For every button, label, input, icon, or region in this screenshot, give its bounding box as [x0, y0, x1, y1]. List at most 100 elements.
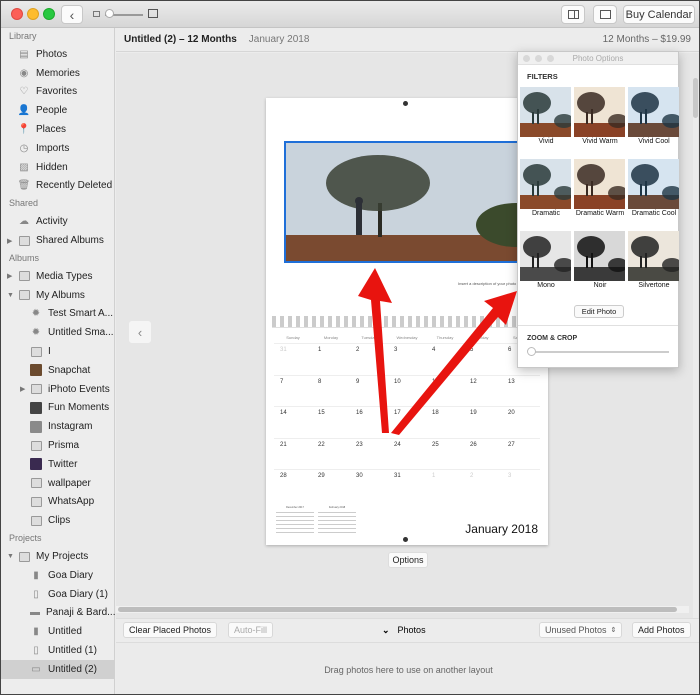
day-cell[interactable]: 25	[426, 439, 464, 470]
disclosure-collapsed-icon[interactable]: ▶	[20, 385, 25, 393]
previous-page-button[interactable]: ‹	[129, 321, 151, 343]
day-cell[interactable]: 27	[502, 439, 540, 470]
day-cell[interactable]: 28	[274, 470, 312, 501]
edit-photo-button[interactable]: Edit Photo	[574, 305, 624, 318]
day-cell[interactable]: 30	[350, 470, 388, 501]
day-cell[interactable]: 8	[312, 376, 350, 407]
scrollbar-thumb[interactable]	[118, 607, 677, 612]
day-cell[interactable]: 9	[350, 376, 388, 407]
panel-close-button[interactable]	[523, 55, 530, 62]
photo-drop-zone[interactable]: Drag photos here to use on another layou…	[116, 642, 699, 694]
day-cell[interactable]: 31	[388, 470, 426, 501]
sidebar-item-shared-albums[interactable]: ▶ Shared Albums	[1, 231, 114, 250]
sidebar-item-places[interactable]: 📍 Places	[1, 120, 114, 139]
disclosure-expanded-icon[interactable]: ▼	[7, 553, 14, 560]
day-cell[interactable]: 12	[464, 376, 502, 407]
photos-toggle[interactable]: ⌄ Photos	[382, 625, 426, 636]
day-cell[interactable]: 18	[426, 407, 464, 438]
panel-zoom-button[interactable]	[547, 55, 554, 62]
scrollbar-thumb[interactable]	[693, 78, 698, 118]
sidebar-item-recently-deleted[interactable]: 🗑 Recently Deleted	[1, 177, 114, 196]
day-cell[interactable]: 21	[274, 439, 312, 470]
filter-vivid-cool[interactable]: Vivid Cool	[628, 87, 680, 155]
day-cell[interactable]: 1	[312, 344, 350, 375]
calendar-photo[interactable]	[284, 141, 546, 263]
options-button[interactable]: Options	[388, 552, 428, 568]
sidebar-item-instagram[interactable]: Instagram	[1, 417, 114, 436]
sidebar-item-wallpaper[interactable]: wallpaper	[1, 474, 114, 493]
auto-fill-button[interactable]: Auto-Fill	[228, 622, 274, 638]
sidebar-item-photos[interactable]: ▤ Photos	[1, 45, 114, 64]
sidebar-item-goa-diary[interactable]: ▮ Goa Diary	[1, 566, 114, 585]
settings-button[interactable]	[593, 5, 617, 24]
day-cell[interactable]: 20	[502, 407, 540, 438]
sidebar-item-untitled-2[interactable]: ▭ Untitled (2)	[1, 659, 114, 679]
sidebar-item-imports[interactable]: ◷ Imports	[1, 139, 114, 158]
filter-silvertone[interactable]: Silvertone	[628, 231, 680, 299]
thumbnail-size-slider[interactable]	[93, 9, 163, 20]
horizontal-scrollbar[interactable]	[116, 606, 689, 613]
day-cell[interactable]: 22	[312, 439, 350, 470]
sidebar-item-activity[interactable]: ☁ Activity	[1, 212, 114, 231]
photo-caption[interactable]: Insert a description of your photo	[458, 281, 516, 286]
disclosure-expanded-icon[interactable]: ▼	[7, 292, 14, 299]
sidebar-item-i[interactable]: I	[1, 342, 114, 361]
sidebar-item-snapchat[interactable]: Snapchat	[1, 361, 114, 380]
sidebar-item-fun-moments[interactable]: Fun Moments	[1, 399, 114, 418]
zoom-crop-knob[interactable]	[527, 347, 536, 356]
filter-mono[interactable]: Mono	[520, 231, 572, 299]
day-cell[interactable]: 3	[502, 470, 540, 501]
sidebar-item-people[interactable]: 👤 People	[1, 101, 114, 120]
sidebar-item-clips[interactable]: Clips	[1, 511, 114, 530]
day-cell[interactable]: 16	[350, 407, 388, 438]
day-cell[interactable]: 31	[274, 344, 312, 375]
zoom-crop-slider[interactable]	[531, 351, 669, 353]
day-cell[interactable]: 26	[464, 439, 502, 470]
zoom-window-button[interactable]	[43, 8, 55, 20]
close-window-button[interactable]	[11, 8, 23, 20]
day-cell[interactable]: 23	[350, 439, 388, 470]
day-cell[interactable]: 15	[312, 407, 350, 438]
disclosure-collapsed-icon[interactable]: ▶	[7, 237, 12, 245]
day-cell[interactable]: 11	[426, 376, 464, 407]
filter-noir[interactable]: Noir	[574, 231, 626, 299]
day-cell[interactable]: 2	[350, 344, 388, 375]
sidebar-item-untitled-sma[interactable]: ✹ Untitled Sma...	[1, 323, 114, 342]
day-cell[interactable]: 5	[464, 344, 502, 375]
day-cell[interactable]: 29	[312, 470, 350, 501]
sidebar-item-whatsapp[interactable]: WhatsApp	[1, 493, 114, 512]
day-cell[interactable]: 1	[426, 470, 464, 501]
day-cell[interactable]: 19	[464, 407, 502, 438]
filter-dramatic-warm[interactable]: Dramatic Warm	[574, 159, 626, 227]
day-cell[interactable]: 7	[274, 376, 312, 407]
sidebar-item-untitled[interactable]: ▮ Untitled	[1, 622, 114, 641]
day-cell[interactable]: 24	[388, 439, 426, 470]
day-cell[interactable]: 2	[464, 470, 502, 501]
buy-calendar-button[interactable]: Buy Calendar	[623, 5, 695, 24]
sidebar-item-my-projects[interactable]: ▼ My Projects	[1, 547, 114, 566]
sidebar-item-prisma[interactable]: Prisma	[1, 436, 114, 455]
sidebar-item-my-albums[interactable]: ▼ My Albums	[1, 286, 114, 305]
sidebar-item-favorites[interactable]: ♡ Favorites	[1, 83, 114, 102]
day-cell[interactable]: 4	[426, 344, 464, 375]
sidebar-item-untitled-1[interactable]: ▯ Untitled (1)	[1, 641, 114, 660]
sidebar-item-hidden[interactable]: ▨ Hidden	[1, 158, 114, 177]
sidebar-item-memories[interactable]: ◉ Memories	[1, 64, 114, 83]
sidebar-item-test-smart-a[interactable]: ✹ Test Smart A...	[1, 305, 114, 324]
slider-knob[interactable]	[105, 9, 114, 18]
panel-minimize-button[interactable]	[535, 55, 542, 62]
day-cell[interactable]: 3	[388, 344, 426, 375]
day-cell[interactable]: 14	[274, 407, 312, 438]
layout-button[interactable]	[561, 5, 585, 24]
day-cell[interactable]: 17	[388, 407, 426, 438]
vertical-scrollbar[interactable]	[693, 78, 698, 626]
sidebar-item-iphoto-events[interactable]: ▶ iPhoto Events	[1, 380, 114, 399]
filter-dramatic[interactable]: Dramatic	[520, 159, 572, 227]
back-button[interactable]: ‹	[61, 5, 83, 24]
sidebar-item-media-types[interactable]: ▶ Media Types	[1, 267, 114, 286]
sidebar-item-panaji-bard[interactable]: ▬ Panaji & Bard...	[1, 604, 115, 623]
minimize-window-button[interactable]	[27, 8, 39, 20]
filter-dramatic-cool[interactable]: Dramatic Cool	[628, 159, 680, 227]
filter-vivid[interactable]: Vivid	[520, 87, 572, 155]
add-photos-button[interactable]: Add Photos	[632, 622, 691, 638]
